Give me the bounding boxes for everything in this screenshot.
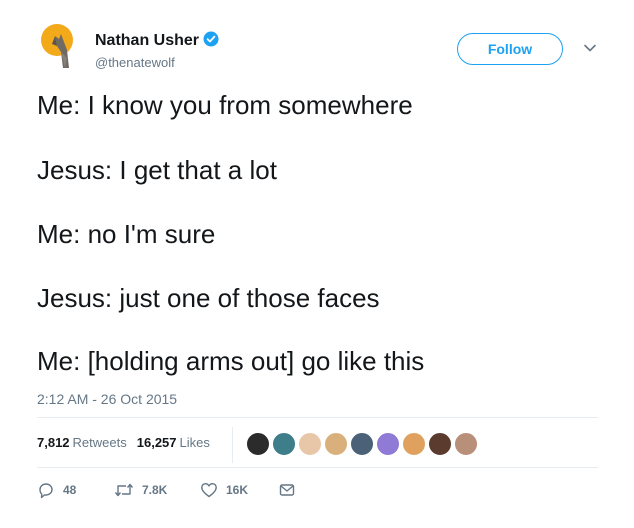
likes-stat[interactable]: 16,257 Likes [137, 435, 210, 450]
liker-avatar[interactable] [272, 432, 296, 456]
liker-avatar[interactable] [402, 432, 426, 456]
tweet-text-line: Me: I know you from somewhere [37, 90, 413, 120]
retweets-stat[interactable]: 7,812 Retweets [37, 435, 127, 450]
direct-message-button[interactable] [278, 481, 296, 499]
tweet-text-line: Me: [holding arms out] go like this [37, 346, 425, 376]
tweet-stats: 7,812 Retweets 16,257 Likes [37, 427, 220, 457]
retweets-count: 7,812 [37, 434, 70, 450]
display-name-text: Nathan Usher [95, 32, 200, 49]
divider [37, 417, 598, 418]
heart-icon [201, 483, 217, 498]
likes-label: Likes [179, 434, 210, 450]
display-name[interactable]: Nathan Usher [95, 31, 219, 50]
like-button[interactable]: 16K [200, 481, 278, 499]
liker-avatar[interactable] [246, 432, 270, 456]
follow-button[interactable]: Follow [457, 33, 563, 65]
reply-icon [39, 483, 53, 499]
tweet-text-line: Jesus: just one of those faces [37, 283, 380, 313]
avatar[interactable] [37, 22, 85, 70]
retweets-label: Retweets [72, 434, 127, 450]
liker-avatars [246, 432, 480, 456]
user-handle[interactable]: @thenatewolf [95, 55, 175, 70]
reply-count: 48 [63, 483, 77, 497]
wolf-avatar-icon [41, 24, 73, 68]
chevron-down-icon[interactable] [582, 40, 598, 56]
likes-count: 16,257 [136, 434, 177, 450]
envelope-icon [279, 484, 295, 496]
liker-avatar[interactable] [298, 432, 322, 456]
retweet-count: 7.8K [142, 483, 168, 497]
tweet-timestamp[interactable]: 2:12 AM - 26 Oct 2015 [37, 391, 177, 407]
liker-avatar[interactable] [454, 432, 478, 456]
divider [232, 427, 233, 463]
retweet-button[interactable]: 7.8K [114, 481, 200, 499]
liker-avatar[interactable] [350, 432, 374, 456]
divider [37, 467, 598, 468]
like-count: 16K [226, 483, 249, 497]
tweet-actions: 48 7.8K 16K [37, 480, 296, 500]
tweet-text-line: Me: no I'm sure [37, 219, 216, 249]
verified-badge-icon [203, 31, 219, 47]
reply-button[interactable]: 48 [37, 481, 114, 499]
liker-avatar[interactable] [376, 432, 400, 456]
liker-avatar[interactable] [428, 432, 452, 456]
tweet-card: Nathan Usher @thenatewolf Follow Me: I k… [0, 0, 634, 528]
tweet-text-line: Jesus: I get that a lot [37, 155, 277, 185]
liker-avatar[interactable] [324, 432, 348, 456]
retweet-icon [114, 483, 134, 497]
